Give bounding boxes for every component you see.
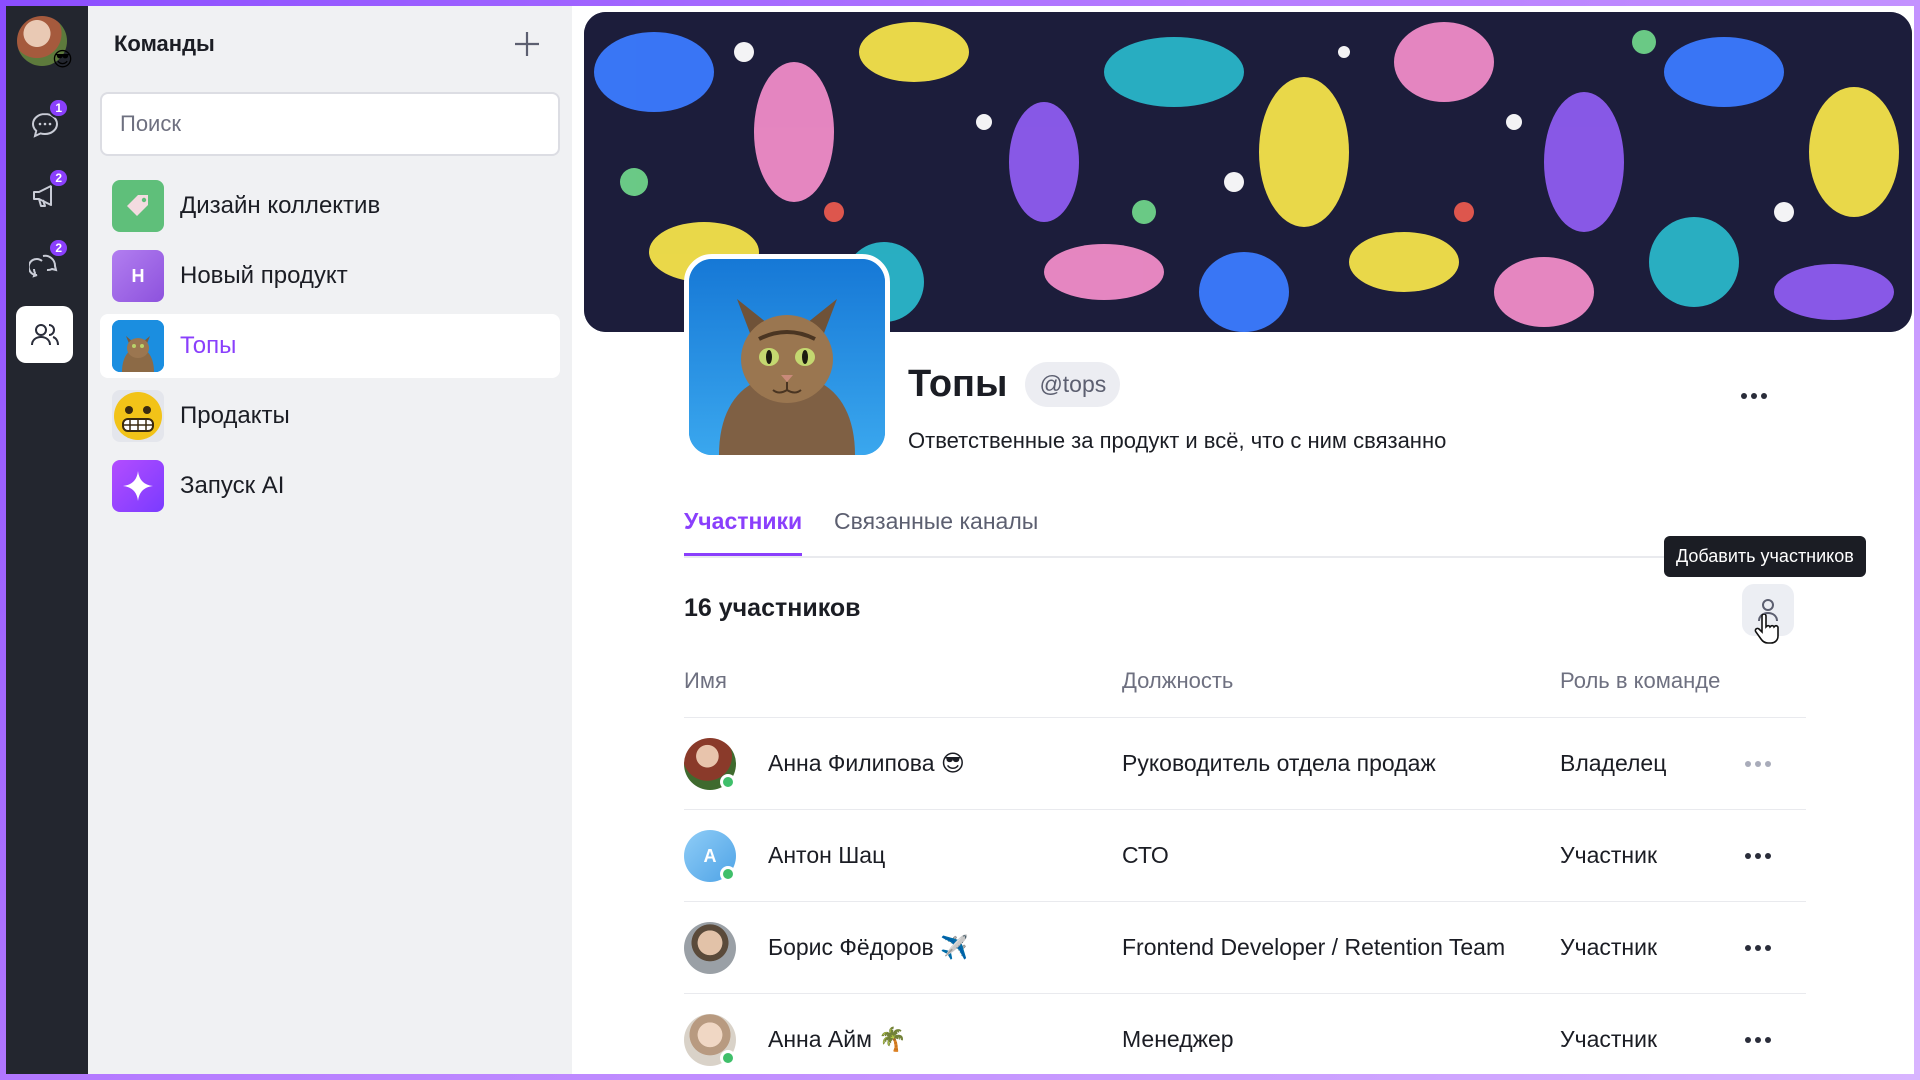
grimace-emoji [112,390,164,442]
status-emoji: 😎 [52,49,73,71]
teams-title: Команды [114,31,215,56]
threads-badge: 2 [48,238,69,258]
channels-badge: 2 [48,168,69,188]
member-name[interactable]: Анна Айм 🌴 [768,1026,907,1053]
team-item-design[interactable]: Дизайн коллектив [100,174,560,238]
column-header-position[interactable]: Должность [1122,668,1233,694]
member-role: Участник [1560,1026,1658,1052]
team-list: Дизайн коллектив Н Новый продукт Топы Пр… [88,174,572,518]
member-position: Frontend Developer / Retention Team [1122,934,1506,960]
team-title-row: Топы @tops [908,362,1121,407]
member-name[interactable]: Борис Фёдоров ✈️ [768,934,969,961]
team-page: Топы @tops Ответственные за продукт и вс… [572,6,1914,1074]
team-avatar[interactable] [684,254,890,460]
search-input[interactable] [100,92,560,156]
team-item-ai-launch[interactable]: Запуск AI [100,454,560,518]
team-description: Ответственные за продукт и всё, что с ни… [908,428,1447,453]
member-role: Участник [1560,934,1658,960]
hand-cursor-icon [1754,614,1779,644]
user-avatar[interactable]: 😎 [17,16,73,71]
members-count: 16 участников [684,594,861,622]
table-row[interactable]: А Антон Шац СТО Участник [684,810,1806,902]
more-dots-icon [1745,853,1771,859]
more-dots-icon [1745,945,1771,951]
rail-threads-button[interactable]: 2 [16,236,73,293]
member-role: Участник [1560,842,1658,868]
team-tabs: Участники Связанные каналы [684,500,1806,558]
tag-icon [112,180,164,232]
member-position: СТО [1122,842,1169,868]
member-position: Руководитель отдела продаж [1122,750,1436,776]
team-label: Продакты [180,402,290,429]
people-icon [30,323,59,345]
member-position: Менеджер [1122,1026,1234,1052]
more-dots-icon [1745,761,1771,767]
online-indicator [720,1050,736,1066]
table-row[interactable]: Борис Фёдоров ✈️ Frontend Developer / Re… [684,902,1806,994]
team-item-new-product[interactable]: Н Новый продукт [100,244,560,308]
teams-panel: Команды Дизайн коллектив Н Новый продукт [88,6,572,1074]
team-label: Новый продукт [180,262,348,289]
team-item-products[interactable]: Продакты [100,384,560,448]
online-indicator [720,866,736,882]
team-label: Топы [180,332,237,359]
plus-icon [515,32,539,56]
rail-channels-button[interactable]: 2 [16,166,73,223]
table-row[interactable]: Анна Филипова 😎 Руководитель отдела прод… [684,718,1806,810]
member-name[interactable]: Антон Шац [768,842,885,869]
member-role: Владелец [1560,750,1667,776]
letter-avatar: Н [112,250,164,302]
column-header-name[interactable]: Имя [684,668,727,694]
rail-teams-button[interactable] [16,306,73,363]
create-team-button[interactable] [510,27,544,61]
team-more-button[interactable] [1732,378,1776,414]
team-handle: @tops [1025,362,1121,407]
cat-photo [112,320,164,372]
chats-badge: 1 [48,98,69,118]
icon-rail: 😎 1 2 2 [6,6,88,1074]
member-name[interactable]: Анна Филипова 😎 [768,750,965,777]
team-label: Запуск AI [180,472,285,499]
team-label: Дизайн коллектив [180,192,381,219]
member-more-button[interactable] [1736,838,1780,874]
team-name: Топы [908,363,1008,405]
avatar[interactable] [684,922,736,974]
member-more-button[interactable] [1736,930,1780,966]
sparkle-icon [112,460,164,512]
rail-chats-button[interactable]: 1 [16,96,73,153]
member-more-button[interactable] [1736,1022,1780,1058]
more-dots-icon [1741,393,1767,399]
app-window: 😎 1 2 2 Команды Поиск Дизайн коллектив Н… [6,6,1914,1074]
more-dots-icon [1745,1037,1771,1043]
tab-linked-channels[interactable]: Связанные каналы [834,508,1038,553]
tab-members[interactable]: Участники [684,508,803,556]
table-row[interactable]: Анна Айм 🌴 Менеджер Участник [684,994,1806,1074]
add-members-tooltip: Добавить участников [1664,536,1866,577]
column-header-role[interactable]: Роль в команде [1560,668,1720,694]
team-item-tops[interactable]: Топы [100,314,560,378]
teams-header: Команды [88,6,572,82]
online-indicator [720,774,736,790]
member-more-button[interactable] [1736,746,1780,782]
